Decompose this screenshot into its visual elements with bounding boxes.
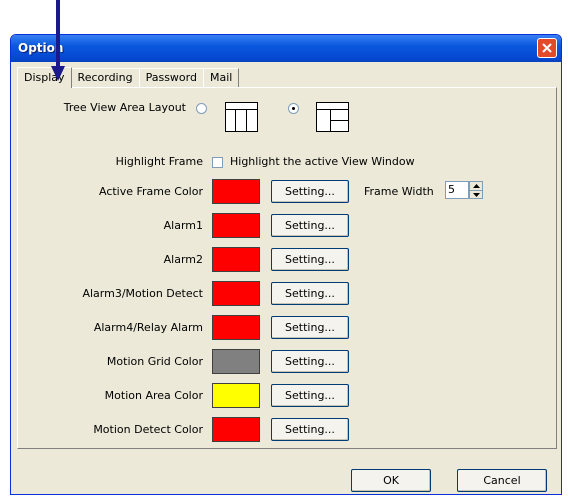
tree-view-layout-label: Tree View Area Layout — [63, 101, 186, 114]
tab-password[interactable]: Password — [138, 68, 204, 87]
color-label-alarm3: Alarm3/Motion Detect — [82, 287, 203, 300]
setting-button-motion-detect[interactable]: Setting... — [271, 418, 349, 441]
highlight-frame-label: Highlight Frame — [115, 155, 203, 168]
color-swatch-alarm4 — [212, 315, 260, 340]
highlight-frame-checkbox-label[interactable]: Highlight the active View Window — [230, 155, 415, 168]
color-swatch-active-frame — [212, 179, 260, 204]
frame-width-spinner[interactable] — [469, 181, 483, 199]
setting-button-alarm2[interactable]: Setting... — [271, 248, 349, 271]
close-button[interactable] — [537, 38, 557, 58]
setting-button-active-frame[interactable]: Setting... — [271, 180, 349, 203]
layout-split-icon — [316, 102, 349, 132]
annotation-arrow-head — [51, 66, 65, 81]
tab-recording[interactable]: Recording — [70, 68, 140, 87]
color-label-motion-grid: Motion Grid Color — [106, 355, 203, 368]
spin-up-icon[interactable] — [470, 182, 482, 190]
layout-option-1-radio[interactable] — [196, 103, 207, 114]
setting-button-alarm1[interactable]: Setting... — [271, 214, 349, 237]
layout-option-2-radio[interactable] — [288, 103, 299, 114]
cancel-button[interactable]: Cancel — [457, 469, 547, 492]
ok-button[interactable]: OK — [351, 469, 431, 492]
setting-button-motion-grid[interactable]: Setting... — [271, 350, 349, 373]
color-swatch-motion-area — [212, 383, 260, 408]
color-swatch-alarm3 — [212, 281, 260, 306]
color-swatch-motion-grid — [212, 349, 260, 374]
color-swatch-motion-detect — [212, 417, 260, 442]
layout-vertical-icon — [225, 102, 258, 132]
color-label-alarm1: Alarm1 — [163, 219, 203, 232]
color-label-active-frame: Active Frame Color — [98, 185, 203, 198]
color-label-motion-area: Motion Area Color — [104, 389, 203, 402]
frame-width-label: Frame Width — [364, 185, 434, 198]
spin-down-icon[interactable] — [470, 190, 482, 199]
setting-button-motion-area[interactable]: Setting... — [271, 384, 349, 407]
display-panel: Tree View Area Layout Highlight Frame Hi… — [17, 87, 557, 449]
color-label-alarm4: Alarm4/Relay Alarm — [93, 321, 203, 334]
color-label-motion-detect: Motion Detect Color — [93, 423, 203, 436]
close-icon — [542, 43, 552, 53]
color-label-alarm2: Alarm2 — [163, 253, 203, 266]
highlight-frame-checkbox[interactable] — [212, 157, 223, 168]
tab-mail[interactable]: Mail — [202, 68, 240, 87]
option-dialog: Option Display Recording Password Mail T… — [10, 34, 562, 495]
frame-width-input[interactable]: 5 — [445, 181, 469, 199]
color-swatch-alarm2 — [212, 247, 260, 272]
color-swatch-alarm1 — [212, 213, 260, 238]
title-bar[interactable]: Option — [11, 35, 561, 62]
setting-button-alarm4[interactable]: Setting... — [271, 316, 349, 339]
setting-button-alarm3[interactable]: Setting... — [271, 282, 349, 305]
annotation-arrow-shaft — [56, 0, 60, 70]
